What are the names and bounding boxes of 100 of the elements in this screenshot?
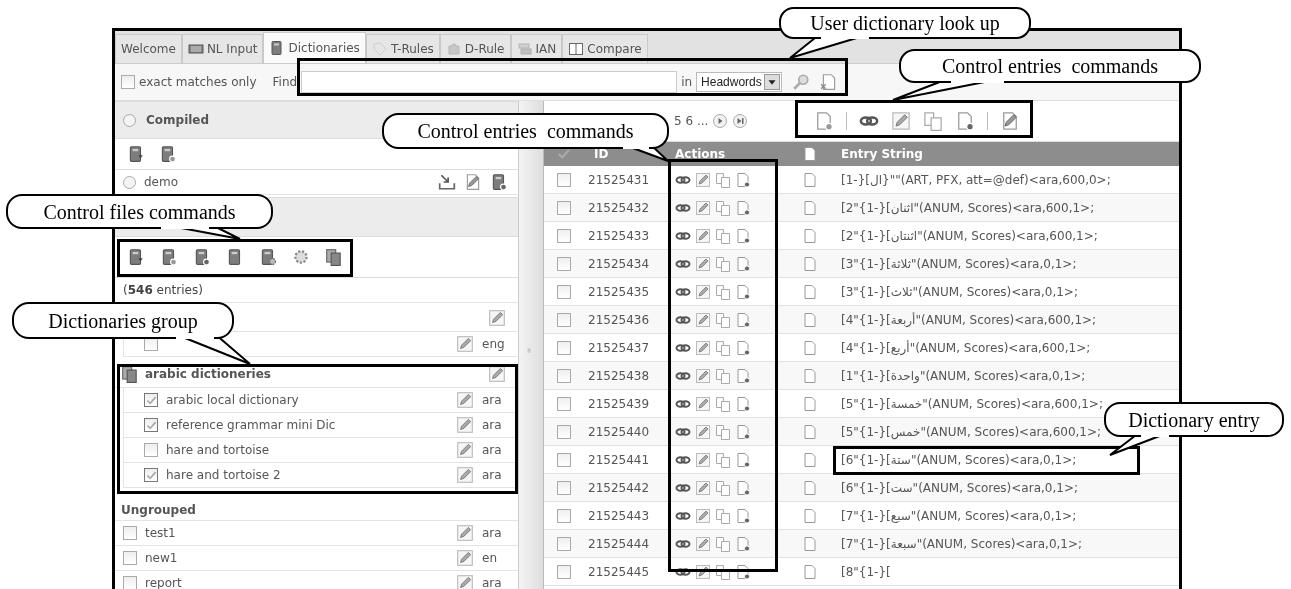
document-icon (802, 479, 818, 496)
entry-string: [4"{1-}[أربعة"(ANUM, Scores)<ara,600,1>; (841, 312, 1097, 327)
entry-id: 21525443 (587, 508, 651, 523)
book-plus-icon[interactable] (159, 145, 177, 163)
entry-string: [4"{1-}[أربع"(ANUM, Scores)<ara,600,1>; (841, 340, 1091, 355)
checkbox[interactable] (557, 536, 571, 551)
language-code: ara (482, 468, 503, 482)
column-header[interactable]: Actions (667, 147, 779, 161)
entry-id: 21525442 (587, 480, 651, 495)
book-minus-icon[interactable] (193, 248, 211, 266)
puzzle-piece-icon (445, 41, 462, 57)
page-links[interactable]: 5 6 ... (674, 114, 709, 128)
entry-id: 21525437 (587, 340, 651, 355)
checkbox[interactable] (557, 284, 571, 299)
group-title: Ungrouped (121, 503, 196, 517)
entry-string: [3"{1-}[ثلاثة"(ANUM, Scores)<ara,0,1>; (841, 256, 1077, 271)
checkbox[interactable] (144, 393, 158, 407)
entry-string: [7"{1-}[سبعة"(ANUM, Scores)<ara,0,1>; (841, 536, 1083, 551)
dictionary-name: report (145, 576, 182, 589)
document-icon (802, 199, 818, 216)
document-icon (802, 283, 818, 300)
copy-icon[interactable] (715, 563, 731, 580)
entry-id: 21525436 (587, 312, 651, 327)
entry-id: 21525432 (587, 200, 651, 215)
language-code: ara (482, 526, 503, 540)
checkbox[interactable] (557, 368, 571, 383)
checkbox[interactable] (123, 551, 137, 565)
checkbox[interactable] (557, 228, 571, 243)
tab[interactable]: NL Input (181, 34, 264, 63)
remove-document-icon[interactable] (735, 563, 751, 580)
field-dropdown[interactable]: Headwords (696, 72, 782, 92)
next-page-icon[interactable] (712, 113, 729, 129)
document-icon (802, 367, 818, 384)
checkbox[interactable] (557, 172, 571, 187)
document-icon (802, 146, 818, 162)
column-header[interactable]: ID (584, 147, 667, 161)
book-minus-icon[interactable] (490, 173, 508, 191)
entry-id: 21525431 (587, 172, 651, 187)
entry-string: [6"{1-}[ستة"(ANUM, Scores)<ara,0,1>; (841, 452, 1077, 467)
checkbox[interactable] (557, 452, 571, 467)
callout-text: Control entries commands (941, 55, 1159, 77)
checkbox[interactable] (557, 312, 571, 327)
checkbox[interactable] (123, 576, 137, 589)
columns-icon (568, 41, 585, 57)
gear-icon[interactable] (292, 248, 310, 266)
entry-string: [1"{1-}[واحدة"(ANUM, Scores)<ara,0,1>; (841, 368, 1086, 383)
checkbox[interactable] (557, 564, 571, 579)
radio-button[interactable] (123, 113, 136, 127)
checkbox[interactable] (144, 443, 158, 457)
clear-icon[interactable] (819, 73, 838, 91)
last-page-icon[interactable] (732, 113, 749, 129)
tab[interactable]: Welcome (115, 34, 182, 63)
tab[interactable]: Dictionaries (263, 32, 366, 63)
checkbox[interactable] (557, 508, 571, 523)
checkbox[interactable] (123, 526, 137, 540)
checkbox[interactable] (557, 200, 571, 215)
search-field[interactable] (301, 71, 678, 93)
find-label: Find (272, 75, 298, 89)
checkbox[interactable] (557, 424, 571, 439)
dictionary-name: hare and tortoise 2 (166, 468, 281, 482)
entry-id: 21525434 (587, 256, 651, 271)
add-document-icon[interactable] (814, 111, 835, 131)
check-icon[interactable] (557, 147, 571, 161)
callout-text: User dictionary look up (810, 12, 1000, 34)
checkbox[interactable] (557, 256, 571, 271)
entry-string: [2"{1-}[اثنان"(ANUM, Scores)<ara,600,1>; (841, 200, 1095, 215)
entry-id: 21525439 (587, 396, 651, 411)
entry-count: (546 entries) (123, 283, 203, 297)
group-title: arabic dictioneries (145, 367, 271, 381)
import-icon[interactable] (438, 173, 456, 191)
books-icon[interactable] (325, 248, 343, 266)
checkbox[interactable] (557, 340, 571, 355)
section-title: Compiled (146, 113, 210, 127)
radio-button[interactable] (123, 175, 136, 189)
book-plus-icon[interactable] (160, 248, 178, 266)
checkbox[interactable] (557, 396, 571, 411)
entry-string: [8"{1-}[ (841, 564, 891, 579)
checkbox[interactable] (121, 75, 135, 89)
document-icon (802, 395, 818, 412)
callout-text: Dictionary entry (1128, 408, 1260, 431)
in-label: in (681, 75, 693, 89)
checkbox[interactable] (144, 418, 158, 432)
dictionary-name: reference grammar mini Dic (166, 418, 336, 432)
language-code: eng (482, 337, 506, 351)
callout-text: Control entries commands (417, 120, 634, 142)
checkbox[interactable] (144, 468, 158, 482)
book-gear-icon[interactable] (259, 248, 277, 266)
dictionary-name: new1 (145, 551, 178, 565)
language-code: ara (482, 393, 503, 407)
entry-string: [7"{1-}[سبع"(ANUM, Scores)<ara,0,1>; (841, 508, 1077, 523)
search-icon[interactable] (791, 73, 810, 91)
checkbox[interactable] (557, 480, 571, 495)
document-icon (802, 451, 818, 468)
document-icon (802, 423, 818, 440)
column-header[interactable]: Entry String (841, 147, 1179, 161)
edit-book-icon[interactable] (464, 173, 482, 191)
entry-id: 21525438 (587, 368, 651, 383)
dictionary-name: arabic local dictionary (166, 393, 299, 407)
entry-string: [5"{1-}[خمس"(ANUM, Scores)<ara,600,1>; (841, 424, 1102, 439)
tag-icon (371, 41, 388, 57)
